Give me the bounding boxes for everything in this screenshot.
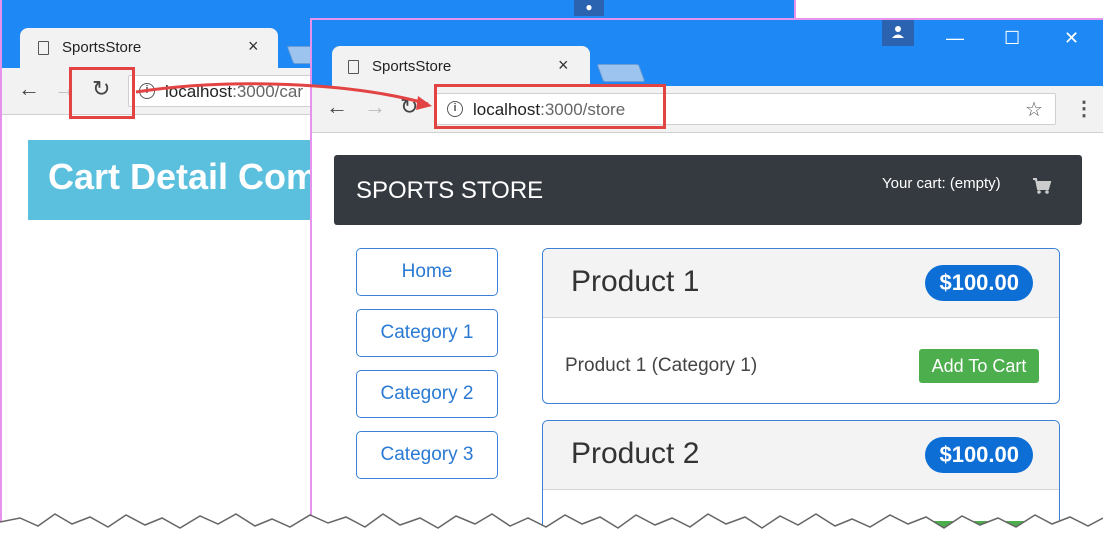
category-2-button[interactable]: Category 2 (356, 370, 498, 418)
category-3-button[interactable]: Category 3 (356, 431, 498, 479)
front-tab[interactable]: SportsStore × (332, 46, 590, 86)
store-navbar: SPORTS STORE Your cart: (empty) (334, 155, 1082, 225)
page-icon (348, 60, 359, 74)
back-arrow-icon[interactable]: ← (18, 76, 40, 102)
forward-arrow-icon[interactable]: → (364, 94, 386, 120)
maximize-icon[interactable]: ☐ (1004, 28, 1020, 49)
price-badge: $100.00 (925, 265, 1033, 301)
new-tab-button[interactable] (596, 64, 646, 82)
close-tab-icon[interactable]: × (248, 36, 259, 57)
product-card: Product 1 $100.00 Product 1 (Category 1)… (542, 248, 1060, 404)
product-card-header: Product 2 $100.00 (543, 421, 1059, 490)
product-name: Product 1 (571, 265, 700, 298)
category-1-button[interactable]: Category 1 (356, 309, 498, 357)
product-card-header: Product 1 $100.00 (543, 249, 1059, 318)
front-tab-title: SportsStore (372, 58, 452, 75)
address-highlight-box (434, 84, 666, 129)
close-window-icon[interactable]: ✕ (1064, 28, 1079, 49)
product-name: Product 2 (571, 437, 700, 470)
page-icon (38, 41, 49, 55)
close-tab-icon[interactable]: × (558, 55, 569, 76)
back-tab[interactable]: SportsStore × (20, 28, 278, 68)
back-tab-title: SportsStore (62, 39, 142, 56)
price-badge: $100.00 (925, 437, 1033, 473)
front-title-bar: SportsStore × — ☐ ✕ (312, 20, 1103, 86)
back-arrow-icon[interactable]: ← (326, 94, 348, 120)
minimize-icon[interactable]: — (946, 28, 964, 49)
torn-edge (0, 513, 1103, 546)
bookmark-star-icon[interactable]: ☆ (1025, 97, 1043, 122)
profile-icon[interactable]: ● (574, 0, 604, 16)
reload-icon[interactable]: ↻ (400, 94, 418, 120)
add-to-cart-button[interactable]: Add To Cart (919, 349, 1039, 383)
url-text: localhost:3000/car (165, 82, 303, 101)
cart-detail-heading: Cart Detail Com (48, 156, 319, 197)
category-home-button[interactable]: Home (356, 248, 498, 296)
front-toolbar: ← → ↻ i localhost:3000/store ☆ ⋮ (312, 86, 1103, 133)
store-brand[interactable]: SPORTS STORE (356, 177, 543, 205)
front-browser-window: SportsStore × — ☐ ✕ ← → ↻ i localhost:30… (310, 18, 1103, 546)
cart-summary[interactable]: Your cart: (empty) (882, 175, 1001, 192)
product-description: Product 1 (Category 1) (565, 355, 758, 376)
profile-icon[interactable] (882, 20, 914, 46)
info-icon[interactable]: i (139, 83, 155, 99)
reload-highlight-box (69, 67, 135, 119)
browser-menu-icon[interactable]: ⋮ (1074, 96, 1094, 121)
cart-icon[interactable] (1032, 177, 1052, 195)
